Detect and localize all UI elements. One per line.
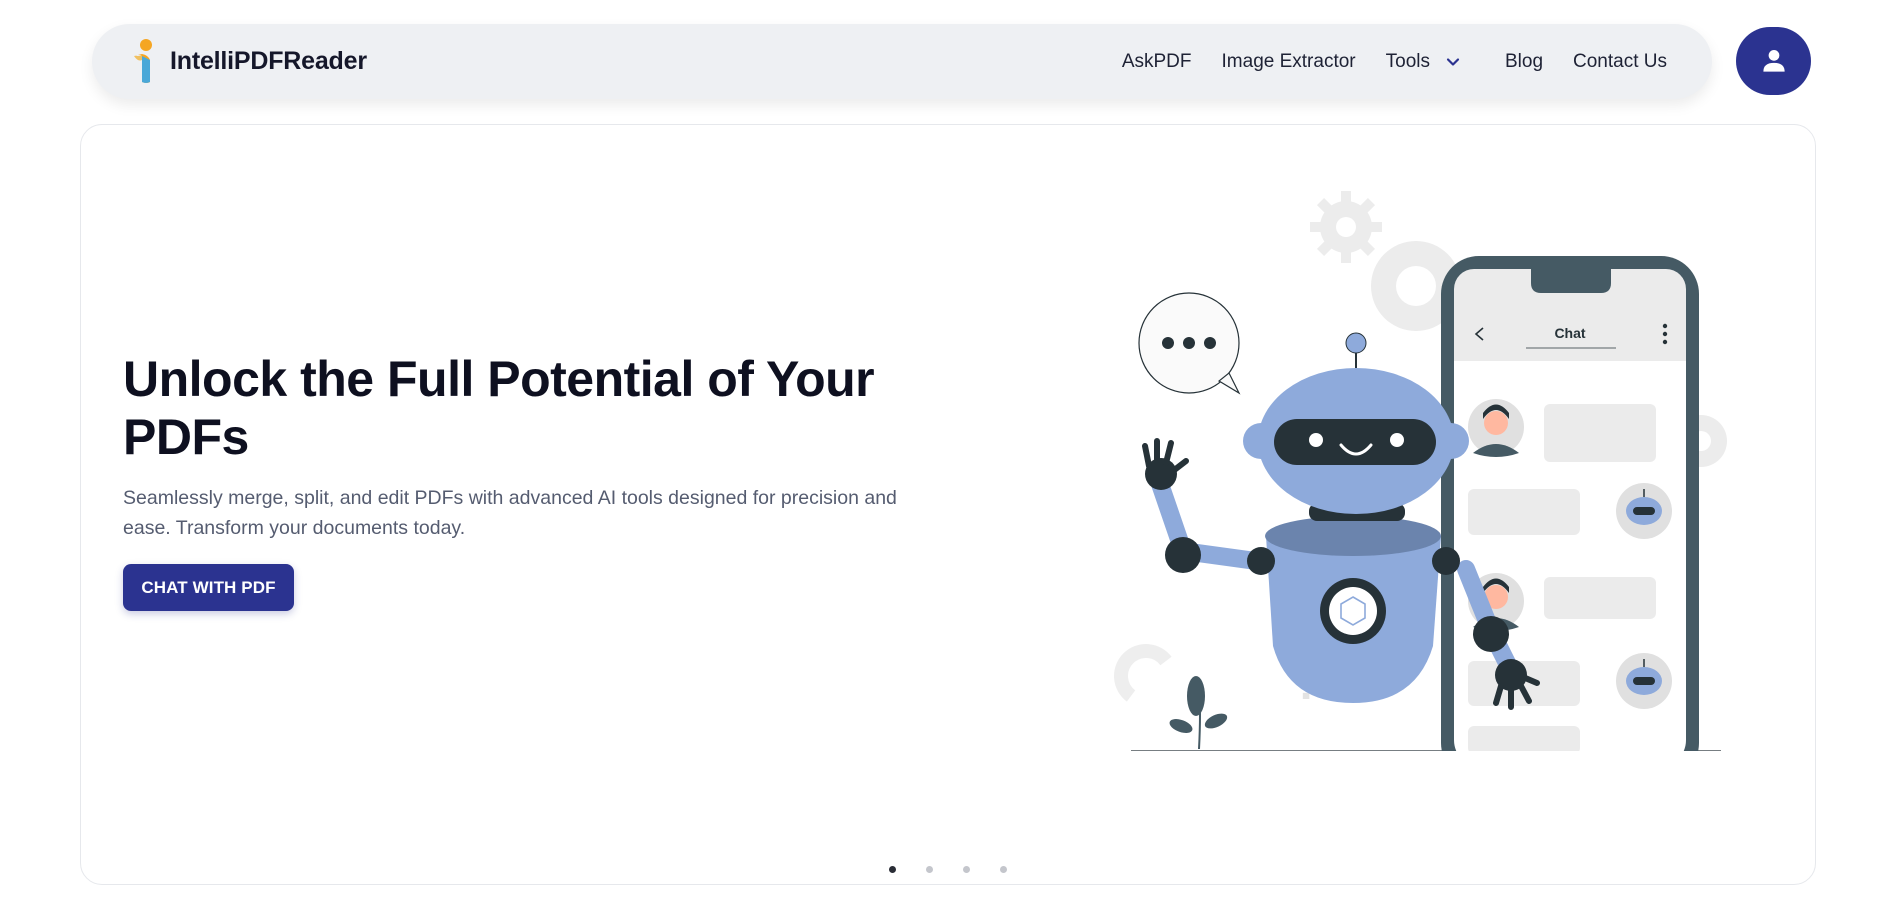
account-button[interactable] (1736, 27, 1811, 95)
nav-askpdf-link[interactable]: AskPDF (1107, 51, 1207, 73)
plant-decoration (1169, 676, 1228, 750)
phone-chat-title: Chat (1554, 325, 1585, 341)
nav-tools-label: Tools (1385, 50, 1430, 72)
robot-avatar-icon (1616, 653, 1672, 709)
hero-carousel-card: Unlock the Full Potential of Your PDFs S… (80, 124, 1816, 885)
brand-name: IntelliPDFReader (170, 47, 367, 75)
top-navbar: IntelliPDFReader AskPDF Image Extractor … (92, 24, 1712, 99)
carousel-dot-3[interactable] (963, 866, 970, 873)
phone-chat-mockup: Chat (1441, 256, 1699, 751)
robot-avatar-icon (1616, 483, 1672, 539)
hero-title: Unlock the Full Potential of Your PDFs (123, 351, 875, 465)
nav-tools-dropdown[interactable]: Tools (1371, 51, 1490, 73)
user-icon (1762, 50, 1785, 72)
brand-logo-icon (134, 38, 152, 83)
nav-blog-link[interactable]: Blog (1490, 51, 1558, 73)
nav-contact-us-link[interactable]: Contact Us (1558, 51, 1682, 73)
carousel-dot-1[interactable] (889, 866, 896, 873)
chat-with-pdf-button[interactable]: CHAT WITH PDF (123, 564, 294, 611)
typing-speech-bubble (1138, 292, 1241, 395)
carousel-pagination (81, 866, 1815, 873)
nav-links: AskPDF Image Extractor Tools Blog Contac… (1107, 51, 1682, 73)
nav-image-extractor-link[interactable]: Image Extractor (1207, 51, 1371, 73)
carousel-dot-4[interactable] (1000, 866, 1007, 873)
chevron-down-icon (1446, 57, 1460, 66)
robot-chat-illustration: ? Chat (1114, 191, 1727, 751)
brand-logo-link[interactable]: IntelliPDFReader (128, 38, 367, 86)
hero-description: Seamlessly merge, split, and edit PDFs w… (123, 487, 897, 539)
carousel-dot-2[interactable] (926, 866, 933, 873)
